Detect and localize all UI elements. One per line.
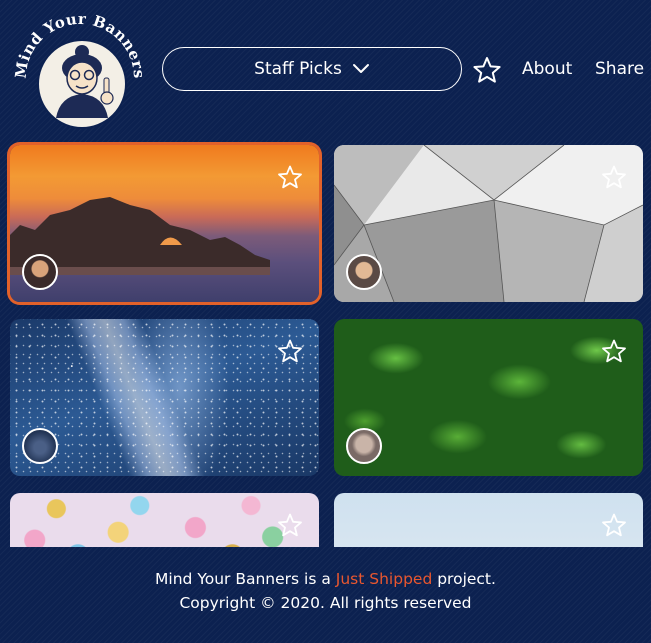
user-avatar[interactable] [22,428,58,464]
star-outline-icon [602,339,626,363]
user-avatar[interactable] [22,254,58,290]
nav-about-link[interactable]: About [522,59,572,79]
site-logo[interactable]: Mind Your Banners [12,8,148,132]
banner-grid [0,140,651,547]
chevron-down-icon [352,64,369,73]
banner-card[interactable] [334,493,643,547]
banner-card[interactable] [10,493,319,547]
star-outline-icon [278,165,302,189]
star-outline-icon [602,165,626,189]
favorite-star-button[interactable] [601,339,627,363]
user-avatar[interactable] [346,254,382,290]
footer-copyright: Copyright © 2020. All rights reserved [179,594,472,612]
footer-credit-prefix: Mind Your Banners is a [155,570,331,588]
user-avatar[interactable] [346,428,382,464]
site-footer: Mind Your Banners is a Just Shipped proj… [0,548,651,643]
nav-share-link[interactable]: Share [595,59,644,79]
favorite-star-button[interactable] [277,339,303,363]
just-shipped-link[interactable]: Just Shipped [336,570,433,588]
star-outline-icon [473,57,501,83]
site-header: Mind Your Banners Staff Picks About Shar… [0,0,651,140]
grandma-mascot-icon: Mind Your Banners [12,10,148,129]
banner-card[interactable] [10,145,319,302]
star-outline-icon [278,339,302,363]
category-dropdown[interactable]: Staff Picks [162,47,462,91]
category-dropdown-label: Staff Picks [254,59,342,79]
favorite-star-button[interactable] [277,165,303,189]
footer-credit-suffix: project. [437,570,496,588]
favorite-star-button[interactable] [601,165,627,189]
favorite-star-button[interactable] [277,513,303,537]
star-outline-icon [602,513,626,537]
banner-card[interactable] [334,145,643,302]
banner-card[interactable] [334,319,643,476]
favorite-star-button[interactable] [601,513,627,537]
banner-card[interactable] [10,319,319,476]
star-outline-icon [278,513,302,537]
footer-credit: Mind Your Banners is a Just Shipped proj… [0,570,651,588]
favorites-nav-button[interactable] [472,56,502,84]
